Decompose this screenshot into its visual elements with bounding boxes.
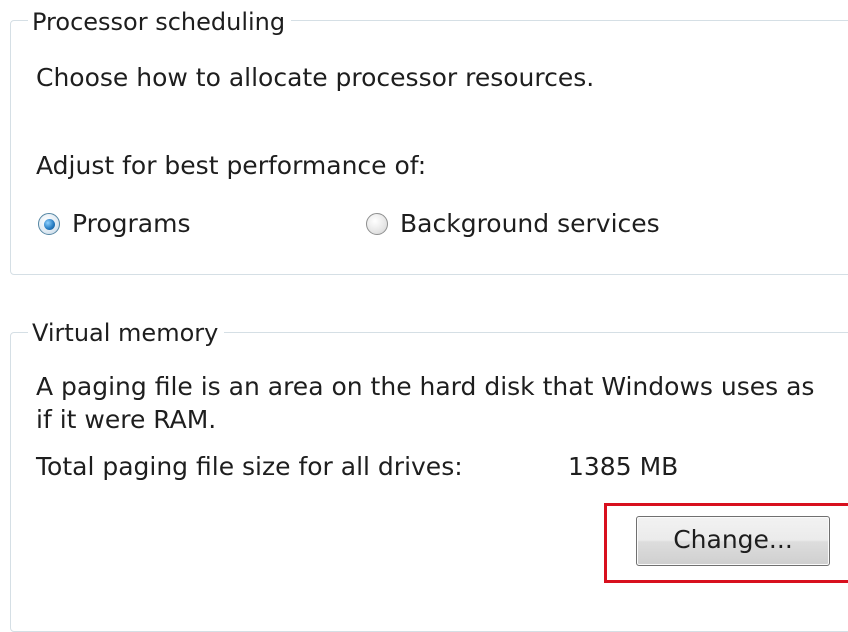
total-paging-file-label: Total paging file size for all drives: (36, 452, 463, 481)
radio-selected-icon (38, 213, 60, 235)
background-services-radio[interactable]: Background services (366, 208, 660, 240)
programs-radio-label: Programs (72, 209, 191, 238)
radio-dot-icon (43, 218, 55, 230)
virtual-memory-description-line1: A paging file is an area on the hard dis… (36, 372, 815, 401)
change-button[interactable]: Change... (636, 516, 830, 566)
programs-radio[interactable]: Programs (38, 208, 191, 240)
total-paging-file-value: 1385 MB (568, 452, 679, 481)
virtual-memory-title: Virtual memory (28, 318, 225, 348)
background-services-radio-label: Background services (400, 209, 660, 238)
processor-scheduling-description: Choose how to allocate processor resourc… (36, 63, 595, 92)
processor-scheduling-title: Processor scheduling (28, 7, 292, 37)
virtual-memory-description-line2: if it were RAM. (36, 405, 217, 434)
radio-unselected-icon (366, 213, 388, 235)
adjust-performance-label: Adjust for best performance of: (36, 151, 427, 180)
